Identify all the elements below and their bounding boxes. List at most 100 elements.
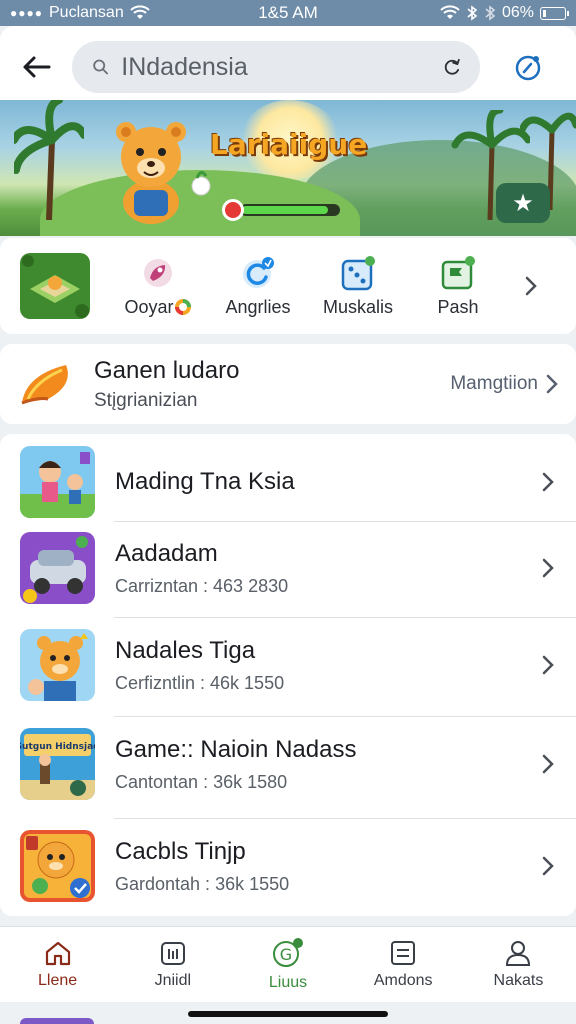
star-icon: ★	[512, 189, 534, 217]
list-item[interactable]: Gutgun Hidnsjao Game:: Naioin Nadass Can…	[0, 716, 576, 812]
list-item-subtitle: Gardontah : 36k 1550	[115, 873, 290, 894]
chevron-right-icon	[542, 558, 554, 578]
list-item-chevron	[520, 856, 576, 876]
progress-marker	[222, 199, 244, 221]
game-board-thumbnail-icon	[20, 253, 90, 319]
category-label: Muskalis	[322, 296, 393, 317]
category-muskalis[interactable]: Muskalis	[308, 255, 408, 318]
chevron-right-icon	[542, 856, 554, 876]
category-row: Ooyar Angrlies Muskalis Paѕh	[0, 238, 576, 334]
status-bar: ●●●● Puclansan 1&5 AM 06%	[0, 0, 576, 26]
list-item-text: Nadales Tiga Cerfizntlin : 46k 1550	[115, 637, 520, 694]
battery-icon	[540, 6, 569, 20]
nav-jniidl[interactable]: Jniidl	[115, 927, 230, 1002]
list-item-subtitle: Carrizntan : 463 2830	[115, 575, 289, 596]
category-pash[interactable]: Paѕh	[408, 255, 508, 318]
progress-track	[240, 204, 340, 216]
list-item[interactable]: Cacbls Tinjp Gardontah : 36k 1550	[0, 818, 576, 914]
bear-mascot-icon	[116, 122, 211, 224]
categories-more-button[interactable]	[516, 275, 546, 297]
list-item-chevron	[520, 558, 576, 578]
home-indicator[interactable]	[188, 1011, 388, 1017]
arrow-left-icon	[23, 56, 51, 78]
flame-leaf-icon	[21, 365, 68, 405]
compass-button[interactable]	[480, 52, 576, 82]
progress-fill	[242, 206, 329, 214]
compass-icon	[515, 55, 541, 81]
list-thumbnail	[20, 629, 95, 701]
list-thumbnail	[20, 446, 95, 518]
chevron-right-icon	[546, 374, 558, 394]
list-item-title: Mading Tna Ksia	[115, 468, 295, 495]
nav-label: Jniidl	[154, 971, 192, 989]
tag-icon	[144, 258, 172, 287]
list-item-chevron	[520, 655, 576, 675]
list-item-subtitle: Cantontan : 36k 1580	[115, 771, 288, 792]
refresh-badge-icon	[243, 256, 274, 288]
list-item-text: Mading Tna Ksia	[115, 468, 520, 496]
nav-label: Amdons	[373, 971, 433, 989]
list-item-subtitle: Cerfizntlin : 46k 1550	[115, 672, 285, 693]
nav-liuus[interactable]: G Liuus	[230, 927, 345, 1002]
list-thumbnail	[20, 830, 95, 902]
featured-card[interactable]: Ganen ludaro Stįgrianizian Mamgtiion	[0, 344, 576, 424]
home-icon	[45, 941, 70, 965]
bottom-navigation: Llene Jniidl G Liuus Amdons Nakats	[0, 926, 576, 1002]
category-ooyar[interactable]: Ooyar	[108, 255, 208, 318]
category-label: Angrlies	[225, 296, 291, 317]
featured-title: Ganen ludaro	[94, 356, 240, 384]
palm-tree-left-icon	[14, 100, 84, 220]
list-icon	[391, 940, 416, 965]
search-input[interactable]	[121, 52, 444, 82]
category-thumbnail[interactable]	[20, 253, 90, 319]
search-bar[interactable]	[72, 41, 480, 93]
multicolor-badge-icon	[174, 298, 191, 315]
flag-icon	[441, 255, 475, 289]
banner-title: Lariaiigue	[210, 128, 368, 161]
list-item-title: Nadales Tiga	[115, 636, 256, 664]
list-thumbnail: Gutgun Hidnsjao	[20, 728, 95, 800]
thumbnail-caption: Gutgun Hidnsjao	[20, 742, 95, 752]
bluetooth-icon	[467, 5, 478, 21]
bear-thumbnail-icon	[20, 629, 95, 701]
carrier-label: Puclansan	[49, 4, 124, 21]
g-badge-icon: G	[273, 937, 303, 967]
category-label: Ooyar	[124, 297, 191, 318]
list-thumbnail	[20, 532, 95, 604]
list-item[interactable]: Nadales Tiga Cerfizntlin : 46k 1550	[0, 617, 576, 713]
top-app-bar	[0, 26, 576, 108]
featured-link[interactable]: Mamgtiion	[450, 373, 558, 395]
list-item[interactable]: Mading Tna Ksia	[0, 434, 576, 530]
chevron-right-icon	[542, 655, 554, 675]
wifi-icon	[130, 5, 150, 19]
status-left: ●●●● Puclansan	[10, 4, 150, 22]
bluetooth-icon-2	[485, 5, 496, 21]
wifi-icon-right	[440, 5, 460, 19]
dice-icon	[341, 255, 375, 290]
nav-amdons[interactable]: Amdons	[346, 927, 461, 1002]
refresh-icon[interactable]	[443, 54, 462, 80]
adventure-thumbnail-icon: Gutgun Hidnsjao	[20, 728, 95, 800]
nav-nakats[interactable]: Nakats	[461, 927, 576, 1002]
nav-label: Liuus	[268, 973, 308, 991]
list-item-chevron	[520, 754, 576, 774]
nav-home[interactable]: Llene	[0, 927, 115, 1002]
kids-thumbnail-icon	[20, 446, 95, 518]
list-item-text: Cacbls Tinjp Gardontah : 36k 1550	[115, 838, 520, 895]
list-item-title: Game:: Naioin Nadass	[115, 735, 357, 763]
category-angrlies[interactable]: Angrlies	[208, 255, 308, 318]
info-box-icon	[160, 941, 185, 965]
favorite-button[interactable]: ★	[496, 183, 550, 223]
chevron-right-icon	[542, 472, 554, 492]
banner-progress	[222, 199, 340, 221]
battery-percent: 06%	[501, 4, 534, 21]
car-thumbnail-icon	[20, 532, 95, 604]
featured-text: Ganen ludaro Stįgrianizian	[94, 357, 450, 412]
list-item-text: Aadadam Carrizntan : 463 2830	[115, 540, 520, 597]
game-list: Mading Tna Ksia Aadadam Carrizntan : 463…	[0, 434, 576, 916]
signal-icon: ●●●●	[10, 6, 43, 20]
list-item-chevron	[520, 472, 576, 492]
chevron-right-icon	[542, 754, 554, 774]
back-button[interactable]	[0, 26, 72, 108]
list-item[interactable]: Aadadam Carrizntan : 463 2830	[0, 520, 576, 616]
